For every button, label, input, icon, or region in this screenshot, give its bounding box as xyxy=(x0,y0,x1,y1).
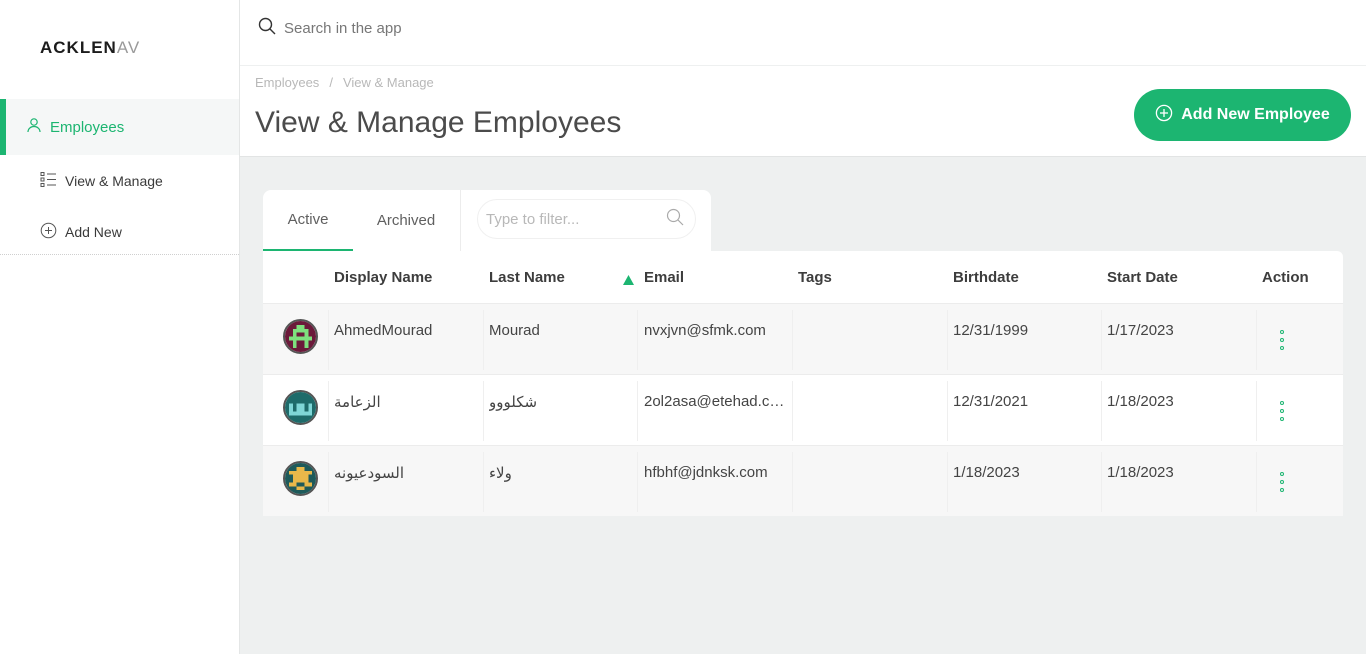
add-new-employee-label: Add New Employee xyxy=(1181,106,1330,123)
column-divider xyxy=(1101,310,1102,370)
sidebar-item-label: View & Manage xyxy=(65,173,163,189)
tab-divider xyxy=(460,190,461,251)
column-divider xyxy=(328,310,329,370)
tab-active[interactable]: Active xyxy=(263,190,353,251)
app-logo[interactable]: ACKLENAV xyxy=(40,38,140,58)
table-filter xyxy=(477,199,696,239)
cell-display-name: السودعيونه xyxy=(334,465,404,482)
cell-email: nvxjvn@sfmk.com xyxy=(644,322,766,339)
search-input[interactable] xyxy=(284,19,1044,37)
cell-last-name: Mourad xyxy=(489,322,540,339)
column-divider xyxy=(328,452,329,512)
breadcrumb-item-view-manage[interactable]: View & Manage xyxy=(343,75,434,90)
sidebar: ACKLENAV Employees View & Manage Add New xyxy=(0,0,240,654)
cell-email: hfbhf@jdnksk.com xyxy=(644,464,768,481)
avatar xyxy=(283,461,318,496)
cell-birthdate: 1/18/2023 xyxy=(953,464,1020,481)
table-row[interactable]: السودعيونه ولاء hfbhf@jdnksk.com 1/18/20… xyxy=(263,445,1343,516)
cell-start-date: 1/18/2023 xyxy=(1107,464,1174,481)
column-divider xyxy=(792,381,793,441)
column-divider xyxy=(1256,452,1257,512)
column-divider xyxy=(483,381,484,441)
logo-text-fade: AV xyxy=(116,38,140,57)
page-header: Employees / View & Manage View & Manage … xyxy=(240,66,1366,157)
column-divider xyxy=(1101,452,1102,512)
cell-last-name: ولاء xyxy=(489,465,512,482)
global-search xyxy=(258,10,1068,46)
search-icon[interactable] xyxy=(666,208,684,231)
cell-display-name: الزعامة xyxy=(334,394,381,411)
breadcrumb-item-employees[interactable]: Employees xyxy=(255,75,319,90)
sidebar-item-employees[interactable]: Employees xyxy=(0,99,239,155)
sort-ascending-icon[interactable] xyxy=(623,272,634,290)
column-divider xyxy=(328,381,329,441)
sidebar-item-view-manage[interactable]: View & Manage xyxy=(40,171,163,191)
column-divider xyxy=(1256,310,1257,370)
tab-archived[interactable]: Archived xyxy=(360,190,452,251)
column-divider xyxy=(483,310,484,370)
breadcrumb: Employees / View & Manage xyxy=(255,75,434,90)
column-divider xyxy=(792,452,793,512)
cell-birthdate: 12/31/1999 xyxy=(953,322,1029,339)
table-row[interactable]: AhmedMourad Mourad nvxjvn@sfmk.com 12/31… xyxy=(263,303,1343,374)
filter-input[interactable] xyxy=(486,210,666,228)
column-header-display-name[interactable]: Display Name xyxy=(334,269,432,286)
breadcrumb-separator: / xyxy=(329,75,333,90)
cell-birthdate: 12/31/2021 xyxy=(953,393,1029,410)
employees-table: Display Name Last Name Email Tags Birthd… xyxy=(263,251,1343,516)
more-actions-icon[interactable] xyxy=(1279,401,1285,421)
sidebar-item-add-new[interactable]: Add New xyxy=(40,222,122,242)
plus-circle-icon xyxy=(1155,104,1173,127)
table-header: Display Name Last Name Email Tags Birthd… xyxy=(263,251,1343,303)
column-divider xyxy=(947,310,948,370)
column-divider xyxy=(637,381,638,441)
more-actions-icon[interactable] xyxy=(1279,330,1285,350)
sidebar-item-label: Employees xyxy=(50,118,125,136)
column-divider xyxy=(483,452,484,512)
column-divider xyxy=(1101,381,1102,441)
logo-text: ACKLEN xyxy=(40,38,117,57)
tabs-panel: Active Archived xyxy=(263,190,711,251)
cell-display-name: AhmedMourad xyxy=(334,322,433,339)
add-new-employee-button[interactable]: Add New Employee xyxy=(1134,89,1351,141)
search-icon xyxy=(258,17,276,40)
table-row[interactable]: الزعامة شكلووو 2ol2asa@etehad.com 12/31/… xyxy=(263,374,1343,445)
column-divider xyxy=(792,310,793,370)
column-divider xyxy=(637,452,638,512)
column-header-birthdate[interactable]: Birthdate xyxy=(953,269,1019,286)
list-icon xyxy=(40,171,57,191)
column-header-action: Action xyxy=(1262,269,1309,286)
cell-start-date: 1/18/2023 xyxy=(1107,393,1174,410)
column-header-start-date[interactable]: Start Date xyxy=(1107,269,1178,286)
column-divider xyxy=(637,310,638,370)
column-header-tags[interactable]: Tags xyxy=(798,269,832,286)
column-divider xyxy=(947,381,948,441)
cell-last-name: شكلووو xyxy=(489,394,538,411)
sidebar-divider xyxy=(0,254,239,255)
top-bar xyxy=(240,0,1366,66)
avatar xyxy=(283,319,318,354)
plus-circle-icon xyxy=(40,222,57,242)
column-header-last-name[interactable]: Last Name xyxy=(489,269,565,286)
more-actions-icon[interactable] xyxy=(1279,472,1285,492)
column-divider xyxy=(947,452,948,512)
avatar xyxy=(283,390,318,425)
page-title: View & Manage Employees xyxy=(255,106,622,139)
user-icon xyxy=(26,117,42,138)
cell-start-date: 1/17/2023 xyxy=(1107,322,1174,339)
sidebar-item-label: Add New xyxy=(65,224,122,240)
cell-email: 2ol2asa@etehad.com xyxy=(644,393,786,410)
column-divider xyxy=(1256,381,1257,441)
column-header-email[interactable]: Email xyxy=(644,269,684,286)
